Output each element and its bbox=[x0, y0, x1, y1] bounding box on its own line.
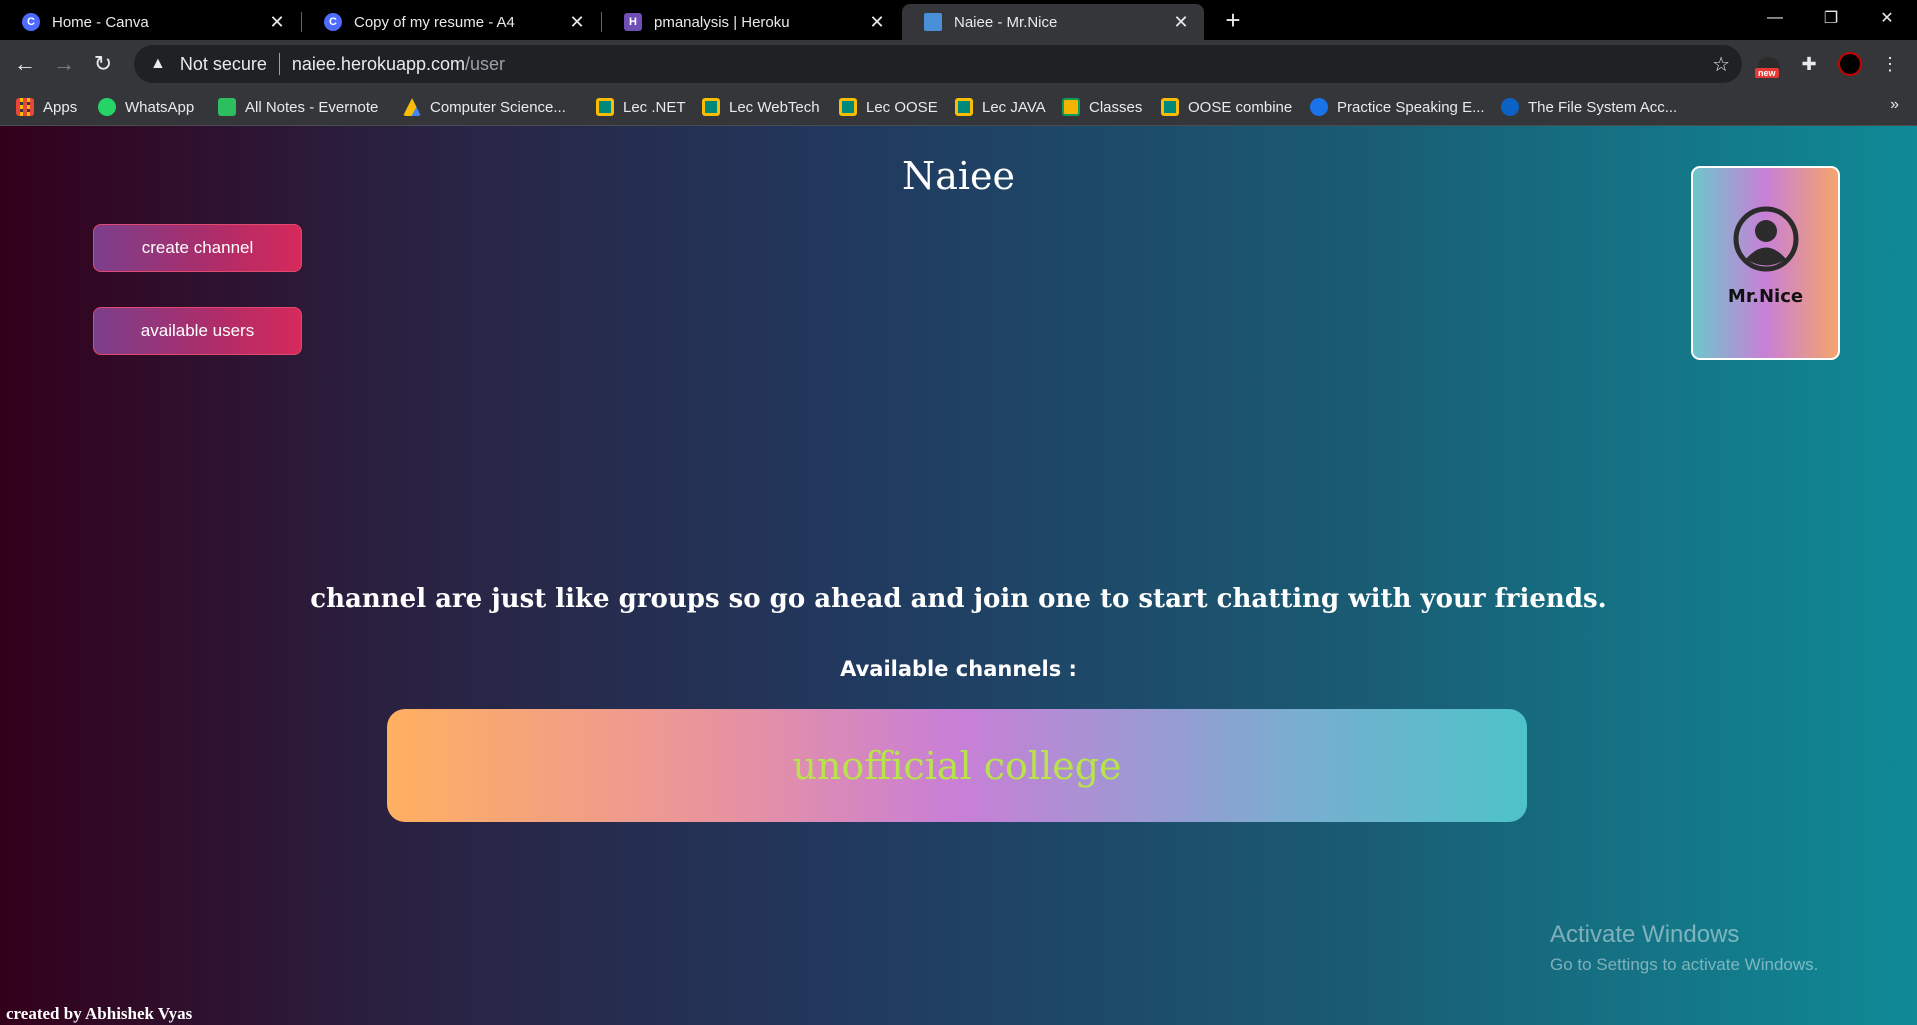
tab-title: Copy of my resume - A4 bbox=[354, 13, 515, 31]
menu-kebab-icon[interactable]: ⋮ bbox=[1876, 50, 1904, 78]
bookmark-label: Practice Speaking E... bbox=[1337, 98, 1485, 116]
bookmark-classes[interactable]: Classes bbox=[1062, 96, 1142, 118]
bookmark-lec-java[interactable]: Lec JAVA bbox=[955, 96, 1046, 118]
available-users-button[interactable]: available users bbox=[93, 307, 302, 355]
google-meet-icon bbox=[596, 98, 614, 116]
security-label[interactable]: Not secure bbox=[180, 54, 267, 75]
tab-pmanalysis-heroku[interactable]: H pmanalysis | Heroku ✕ bbox=[602, 4, 900, 40]
close-icon[interactable]: ✕ bbox=[868, 13, 886, 31]
apps-grid-icon bbox=[16, 98, 34, 116]
watermark-title: Activate Windows bbox=[1550, 921, 1740, 948]
bookmark-label: OOSE combine bbox=[1188, 98, 1293, 116]
page-title: Naiee bbox=[901, 154, 1016, 198]
close-icon[interactable]: ✕ bbox=[268, 13, 286, 31]
create-channel-button[interactable]: create channel bbox=[93, 224, 302, 272]
page-content: Naiee create channel available users Mr.… bbox=[0, 126, 1917, 1025]
google-drive-icon bbox=[403, 98, 421, 116]
watermark-subtitle: Go to Settings to activate Windows. bbox=[1550, 955, 1819, 974]
bookmark-label: Lec WebTech bbox=[729, 98, 820, 116]
bookmark-label: Classes bbox=[1089, 98, 1143, 116]
channel-card[interactable]: unofficial college bbox=[387, 709, 1527, 822]
footer-credit: created by Abhishek Vyas bbox=[6, 1004, 193, 1023]
globe-icon bbox=[1310, 98, 1328, 116]
bookmark-star-icon[interactable]: ☆ bbox=[1712, 52, 1730, 77]
bookmark-label: Lec JAVA bbox=[982, 98, 1046, 116]
channel-name: unofficial college bbox=[792, 743, 1122, 788]
address-divider bbox=[278, 53, 280, 75]
new-badge: new bbox=[1755, 68, 1779, 78]
profile-extension-icon[interactable] bbox=[1836, 50, 1864, 78]
profile-card[interactable]: Mr.Nice bbox=[1691, 166, 1840, 360]
bookmark-file-system[interactable]: The File System Acc... bbox=[1501, 96, 1677, 118]
close-icon[interactable]: ✕ bbox=[568, 13, 586, 31]
url-path: /user bbox=[465, 53, 506, 74]
bookmark-lec-oose[interactable]: Lec OOSE bbox=[839, 96, 938, 118]
restore-icon[interactable]: ❐ bbox=[1803, 0, 1859, 36]
reload-icon[interactable]: ↻ bbox=[88, 49, 118, 79]
new-tab-button[interactable]: + bbox=[1218, 6, 1248, 36]
bookmark-label: WhatsApp bbox=[125, 98, 195, 116]
bookmark-label: Lec OOSE bbox=[866, 98, 938, 116]
canva-icon: C bbox=[324, 13, 342, 31]
bookmark-evernote[interactable]: All Notes - Evernote bbox=[218, 96, 378, 118]
tab-title: Home - Canva bbox=[52, 13, 149, 31]
bookmark-apps[interactable]: Apps bbox=[16, 96, 77, 118]
bookmark-label: Computer Science... bbox=[430, 98, 566, 116]
heroku-icon: H bbox=[624, 13, 642, 31]
tab-title: pmanalysis | Heroku bbox=[654, 13, 790, 31]
tab-naiee-active[interactable]: Naiee - Mr.Nice ✕ bbox=[902, 4, 1204, 40]
forward-arrow-icon[interactable]: → bbox=[49, 49, 79, 79]
bookmark-label: Lec .NET bbox=[623, 98, 686, 116]
extension-icon[interactable]: new bbox=[1755, 50, 1783, 78]
bookmark-computer-science[interactable]: Computer Science... bbox=[403, 96, 566, 118]
google-meet-icon bbox=[1161, 98, 1179, 116]
page-icon bbox=[924, 13, 942, 31]
minimize-icon[interactable]: — bbox=[1747, 0, 1803, 36]
bookmark-label: Apps bbox=[43, 98, 78, 116]
bookmark-label: The File System Acc... bbox=[1528, 98, 1678, 116]
bookmark-label: All Notes - Evernote bbox=[245, 98, 379, 116]
tab-home-canva[interactable]: C Home - Canva ✕ bbox=[0, 4, 300, 40]
google-meet-icon bbox=[839, 98, 857, 116]
activate-windows-watermark: Activate Windows Go to Settings to activ… bbox=[1550, 921, 1818, 975]
tab-strip: C Home - Canva ✕ C Copy of my resume - A… bbox=[0, 0, 1917, 40]
google-meet-icon bbox=[702, 98, 720, 116]
window-close-icon[interactable]: ✕ bbox=[1859, 0, 1915, 36]
browser-toolbar: ← → ↻ ▲ Not secure naiee.herokuapp.com/u… bbox=[0, 40, 1917, 88]
warning-icon[interactable]: ▲ bbox=[150, 55, 166, 73]
bookmark-whatsapp[interactable]: WhatsApp bbox=[98, 96, 194, 118]
user-avatar-icon bbox=[1733, 206, 1798, 272]
google-classroom-icon bbox=[1062, 98, 1080, 116]
available-channels-heading: Available channels : bbox=[840, 657, 1077, 681]
powershell-icon bbox=[1501, 98, 1519, 116]
back-arrow-icon[interactable]: ← bbox=[10, 49, 40, 79]
bookmark-practice-speaking[interactable]: Practice Speaking E... bbox=[1310, 96, 1485, 118]
channel-description: channel are just like groups so go ahead… bbox=[310, 584, 1607, 614]
extensions-puzzle-icon[interactable]: ✚ bbox=[1795, 50, 1823, 78]
tab-copy-of-resume[interactable]: C Copy of my resume - A4 ✕ bbox=[302, 4, 600, 40]
google-meet-icon bbox=[955, 98, 973, 116]
bookmarks-bar: Apps WhatsApp All Notes - Evernote Compu… bbox=[0, 88, 1917, 126]
url-host: naiee.herokuapp.com bbox=[291, 53, 466, 74]
canva-icon: C bbox=[22, 13, 40, 31]
profile-name: Mr.Nice bbox=[1727, 286, 1804, 307]
bookmark-lec-net[interactable]: Lec .NET bbox=[596, 96, 686, 118]
evernote-icon bbox=[218, 98, 236, 116]
address-bar[interactable]: ▲ Not secure naiee.herokuapp.com/user ☆ bbox=[134, 45, 1742, 83]
bookmark-lec-webtech[interactable]: Lec WebTech bbox=[702, 96, 820, 118]
bookmark-oose-combine[interactable]: OOSE combine bbox=[1161, 96, 1292, 118]
red-apple-icon bbox=[1838, 52, 1862, 76]
close-icon[interactable]: ✕ bbox=[1172, 13, 1190, 31]
more-bookmarks-chevron-icon[interactable]: » bbox=[1890, 96, 1899, 114]
tab-title: Naiee - Mr.Nice bbox=[954, 13, 1058, 31]
whatsapp-icon bbox=[98, 98, 116, 116]
